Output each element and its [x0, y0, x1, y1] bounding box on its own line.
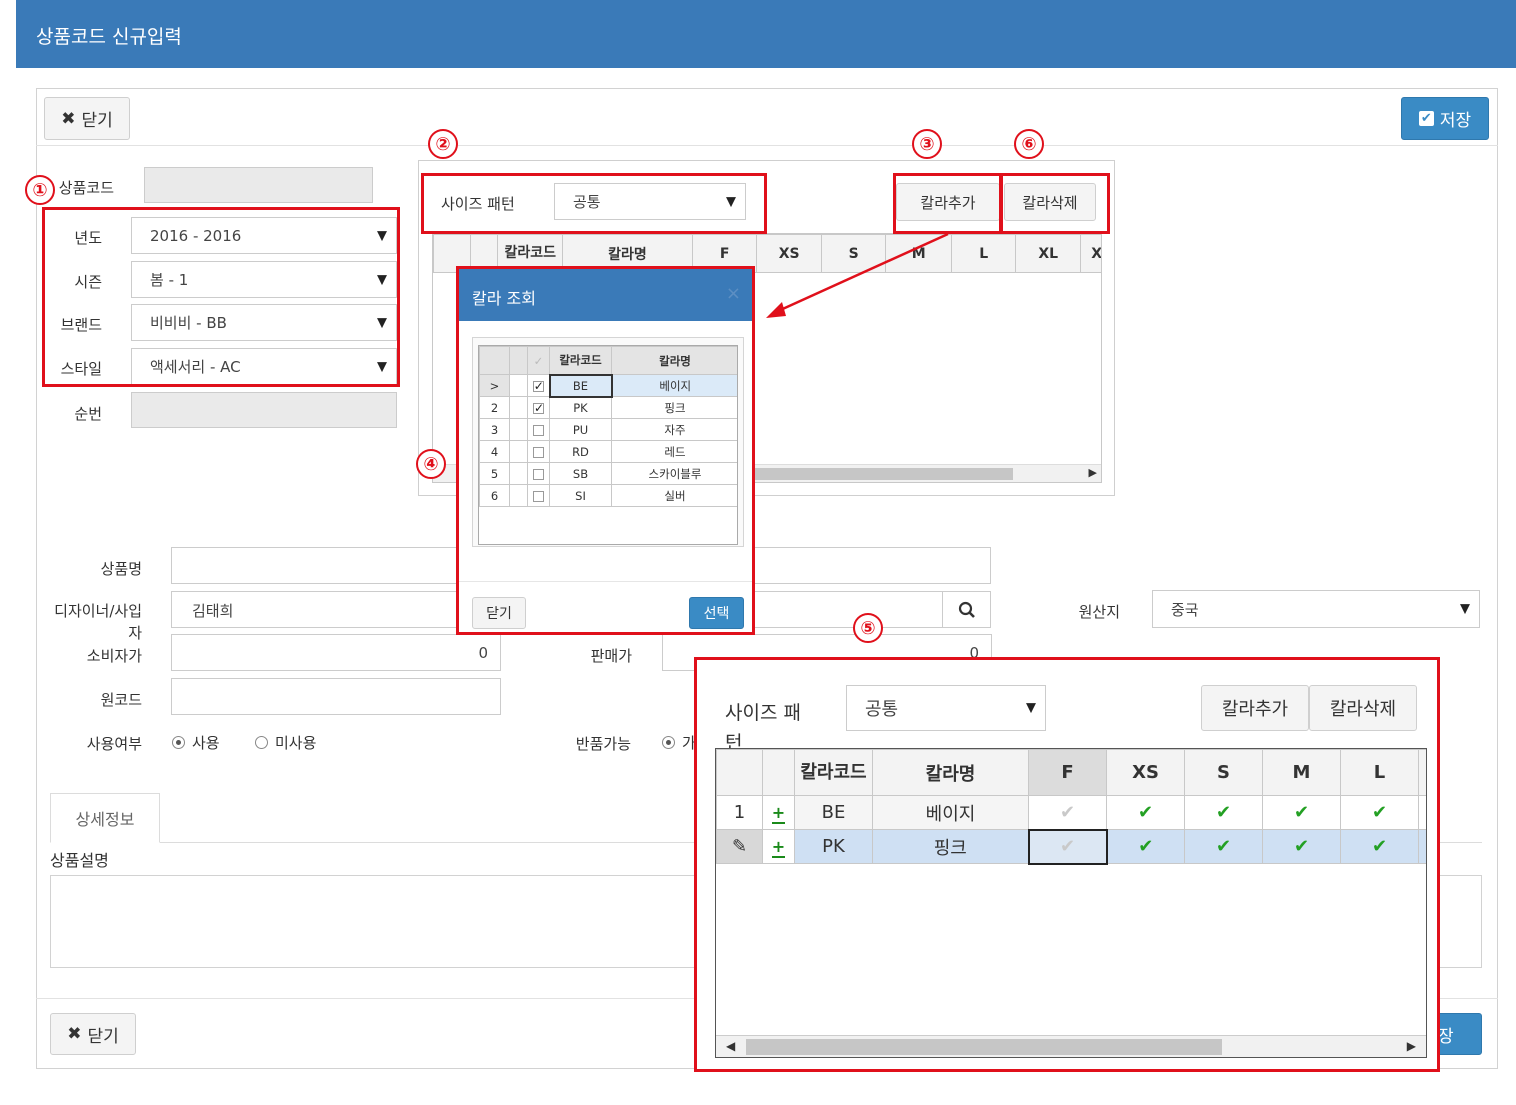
marker-5: ⑤ — [853, 613, 883, 643]
annotation-box-5 — [694, 657, 1440, 1072]
marker-4: ④ — [416, 449, 446, 479]
annotation-box-4 — [456, 266, 755, 635]
